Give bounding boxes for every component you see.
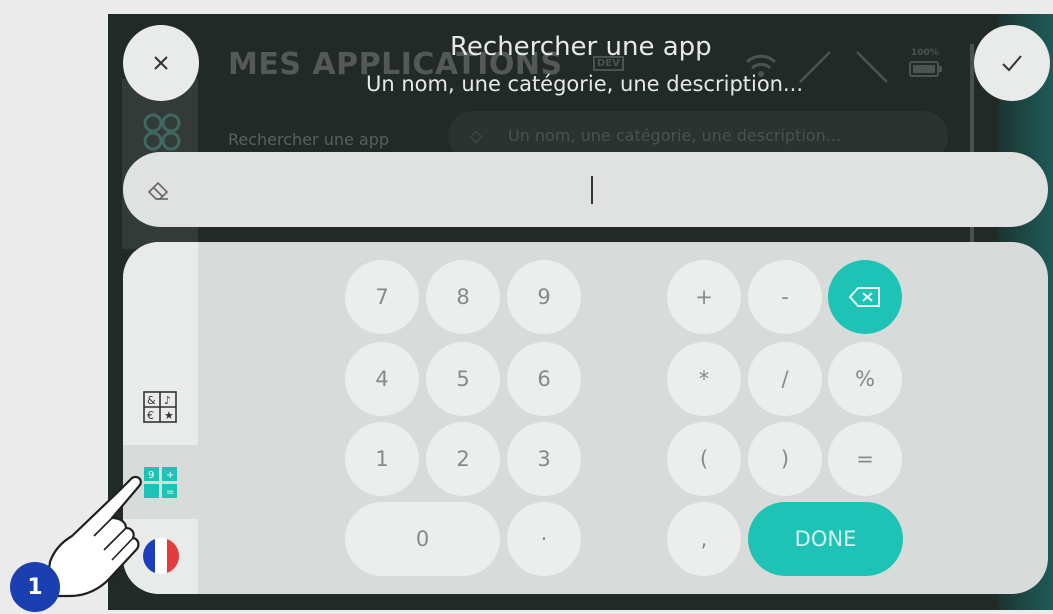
- key-2[interactable]: 2: [426, 422, 500, 496]
- key-plus[interactable]: +: [667, 260, 741, 334]
- key-7[interactable]: 7: [345, 260, 419, 334]
- apps-icon: [142, 112, 182, 156]
- overlay-subtitle: Un nom, une catégorie, une description..…: [366, 72, 804, 96]
- close-button[interactable]: [123, 25, 199, 101]
- key-open-paren[interactable]: (: [667, 422, 741, 496]
- svg-text:♪: ♪: [164, 394, 171, 407]
- step-number-badge: 1: [10, 562, 60, 612]
- battery-icon: [909, 60, 943, 82]
- backspace-button[interactable]: [828, 260, 902, 334]
- key-multiply[interactable]: *: [667, 342, 741, 416]
- key-comma[interactable]: ,: [667, 502, 741, 576]
- numeric-keyboard: & ♪ € ★ 9 + = 7 8 9 + - 4 5 6 * / % 1 2 3 ( )…: [123, 242, 1048, 594]
- key-9[interactable]: 9: [507, 260, 581, 334]
- symbols-mode-icon[interactable]: & ♪ € ★: [141, 389, 181, 431]
- bluetooth-off-icon: [855, 50, 891, 88]
- key-1[interactable]: 1: [345, 422, 419, 496]
- key-0[interactable]: 0: [345, 502, 500, 576]
- key-percent[interactable]: %: [828, 342, 902, 416]
- key-close-paren[interactable]: ): [748, 422, 822, 496]
- eraser-icon[interactable]: [146, 179, 172, 205]
- text-caret: [591, 176, 593, 204]
- search-input[interactable]: [123, 152, 1048, 227]
- key-minus[interactable]: -: [748, 260, 822, 334]
- backspace-icon: [848, 287, 880, 307]
- key-4[interactable]: 4: [345, 342, 419, 416]
- svg-text:&: &: [147, 394, 156, 407]
- close-icon: [154, 56, 168, 70]
- key-5[interactable]: 5: [426, 342, 500, 416]
- background-search-label: Rechercher une app: [228, 130, 390, 149]
- key-6[interactable]: 6: [507, 342, 581, 416]
- background-search-placeholder: Un nom, une catégorie, une description..…: [508, 126, 841, 145]
- key-equals[interactable]: =: [828, 422, 902, 496]
- svg-text:+: +: [166, 470, 174, 481]
- checkmark-icon: [1002, 55, 1022, 72]
- key-3[interactable]: 3: [507, 422, 581, 496]
- key-divide[interactable]: /: [748, 342, 822, 416]
- svg-text:★: ★: [164, 409, 174, 422]
- key-dot[interactable]: ·: [507, 502, 581, 576]
- key-8[interactable]: 8: [426, 260, 500, 334]
- svg-text:=: =: [166, 487, 174, 498]
- battery-level: 100%: [911, 48, 939, 58]
- confirm-button[interactable]: [974, 25, 1050, 101]
- svg-text:€: €: [147, 409, 154, 422]
- overlay-title: Rechercher une app: [450, 32, 712, 62]
- signal-off-icon: [798, 50, 834, 88]
- done-button[interactable]: DONE: [748, 502, 903, 576]
